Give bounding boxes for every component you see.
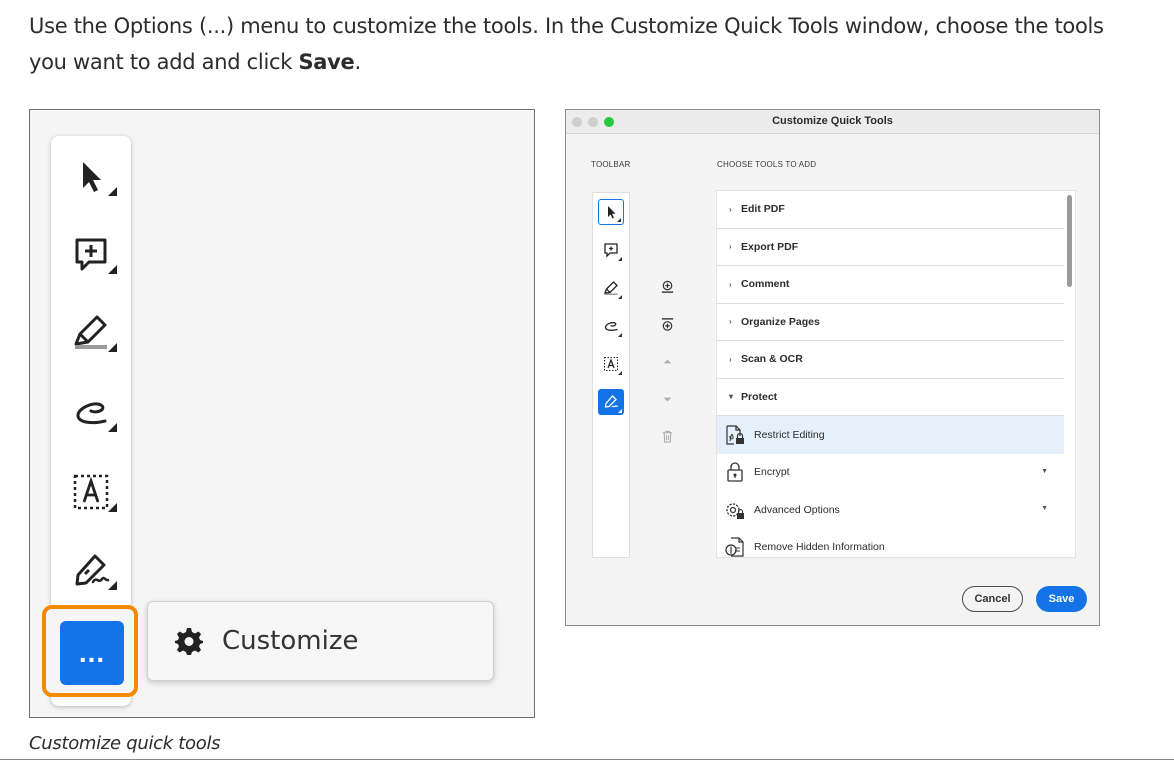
toolbar-text-tool[interactable] [598, 351, 624, 377]
category-edit-pdf[interactable]: › Edit PDF [717, 191, 1064, 229]
toolbar-preview-panel [592, 192, 630, 558]
highlight-tool[interactable] [51, 302, 131, 362]
restrict-editing-icon [726, 425, 744, 445]
toolbar-section-label: TOOLBAR [591, 160, 631, 169]
submenu-indicator [618, 371, 622, 375]
dialog-titlebar: Customize Quick Tools [566, 110, 1099, 134]
arrow-up-icon [663, 359, 671, 363]
submenu-indicator [618, 333, 622, 337]
category-label: Protect [741, 390, 778, 403]
remove-hidden-info-icon [725, 537, 744, 557]
lock-icon [727, 462, 743, 482]
quick-tools-figure: ... Customize [29, 109, 535, 718]
submenu-indicator [108, 581, 117, 590]
move-up-button[interactable] [658, 352, 676, 370]
trash-icon [662, 430, 672, 443]
submenu-indicator [108, 503, 117, 512]
toolbar-draw-tool[interactable] [598, 313, 624, 339]
tool-advanced-options[interactable]: Advanced Options ▼ [717, 491, 1064, 529]
options-more-button[interactable]: ... [60, 621, 124, 685]
category-label: Scan & OCR [741, 353, 803, 366]
highlighter-icon [604, 281, 618, 295]
options-highlight-frame: ... [42, 605, 138, 697]
tools-list-scrollbar[interactable] [1067, 195, 1072, 287]
category-export-pdf[interactable]: › Export PDF [717, 229, 1064, 266]
tools-list[interactable]: › Edit PDF › Export PDF › Comment › Organize… [716, 190, 1076, 558]
add-divider-button[interactable] [658, 315, 676, 333]
add-text-tool[interactable] [51, 462, 131, 522]
submenu-indicator [617, 218, 621, 222]
category-organize-pages[interactable]: › Organize Pages [717, 304, 1064, 341]
add-comment-icon [604, 243, 618, 258]
divider [0, 759, 1174, 760]
toolbar-sign-tool[interactable] [598, 389, 624, 415]
submenu-indicator [618, 257, 622, 261]
highlighter-icon [74, 315, 107, 349]
tool-label: Remove Hidden Information [754, 541, 885, 554]
tool-label: Advanced Options [754, 503, 840, 516]
customize-quick-tools-dialog: Customize Quick Tools TOOLBAR CHOOSE TOO… [565, 109, 1100, 626]
chevron-right-icon: › [729, 354, 732, 364]
save-button[interactable]: Save [1036, 586, 1087, 612]
gear-icon [175, 628, 203, 655]
intro-save-bold: Save [298, 50, 355, 74]
delete-tool-button[interactable] [658, 427, 676, 445]
category-label: Organize Pages [741, 315, 820, 328]
freehand-draw-icon [604, 321, 618, 331]
category-label: Edit PDF [741, 203, 785, 216]
cancel-button[interactable]: Cancel [962, 586, 1023, 612]
category-protect[interactable]: ▾ Protect [717, 379, 1064, 416]
category-label: Comment [741, 278, 790, 291]
add-tool-button[interactable] [658, 277, 676, 295]
sign-pen-icon [75, 554, 110, 586]
pointer-icon [83, 162, 101, 192]
arrow-down-icon [663, 397, 671, 401]
intro-paragraph: Use the Options (...) menu to customize … [29, 8, 1139, 80]
dialog-title: Customize Quick Tools [772, 115, 893, 127]
submenu-indicator [108, 423, 117, 432]
intro-text: Use the Options (...) menu to customize … [29, 14, 1104, 74]
dropdown-caret-icon[interactable]: ▼ [1041, 505, 1048, 512]
submenu-indicator [108, 187, 117, 196]
chevron-right-icon: › [729, 279, 732, 289]
chevron-right-icon: › [729, 242, 732, 252]
sign-tool[interactable] [51, 540, 131, 600]
draw-tool[interactable] [51, 382, 131, 442]
freehand-draw-icon [76, 402, 107, 425]
add-to-toolbar-icon [661, 280, 673, 293]
tool-remove-hidden-information[interactable]: Remove Hidden Information [717, 529, 1064, 558]
choose-tools-label: CHOOSE TOOLS TO ADD [717, 160, 817, 169]
add-comment-icon [75, 238, 107, 271]
customize-label: Customize [222, 626, 359, 656]
category-comment[interactable]: › Comment [717, 266, 1064, 304]
dropdown-caret-icon[interactable]: ▼ [1041, 468, 1048, 475]
customize-menu-item[interactable]: Customize [147, 601, 494, 681]
tool-label: Encrypt [754, 466, 790, 479]
add-divider-icon [661, 317, 673, 331]
add-comment-tool[interactable] [51, 224, 131, 284]
text-box-icon [73, 474, 109, 510]
tool-restrict-editing[interactable]: Restrict Editing [717, 416, 1064, 454]
text-box-icon [604, 357, 618, 371]
select-tool[interactable] [51, 146, 131, 206]
toolbar-highlight-tool[interactable] [598, 275, 624, 301]
chevron-right-icon: › [729, 317, 732, 327]
figure-caption: Customize quick tools [29, 733, 221, 754]
category-label: Export PDF [741, 240, 799, 253]
sign-pen-icon [604, 395, 619, 408]
submenu-indicator [108, 265, 117, 274]
submenu-indicator [108, 343, 117, 352]
tool-label: Restrict Editing [754, 428, 825, 441]
chevron-down-icon: ▾ [729, 392, 734, 402]
submenu-indicator [618, 409, 622, 413]
chevron-right-icon: › [729, 204, 732, 214]
toolbar-comment-tool[interactable] [598, 237, 624, 263]
submenu-indicator [618, 295, 622, 299]
tool-encrypt[interactable]: Encrypt ▼ [717, 454, 1064, 492]
move-down-button[interactable] [658, 390, 676, 408]
category-scan-ocr[interactable]: › Scan & OCR [717, 341, 1064, 379]
intro-period: . [354, 50, 362, 74]
toolbar-select-tool[interactable] [598, 199, 624, 225]
advanced-options-icon [726, 503, 744, 519]
